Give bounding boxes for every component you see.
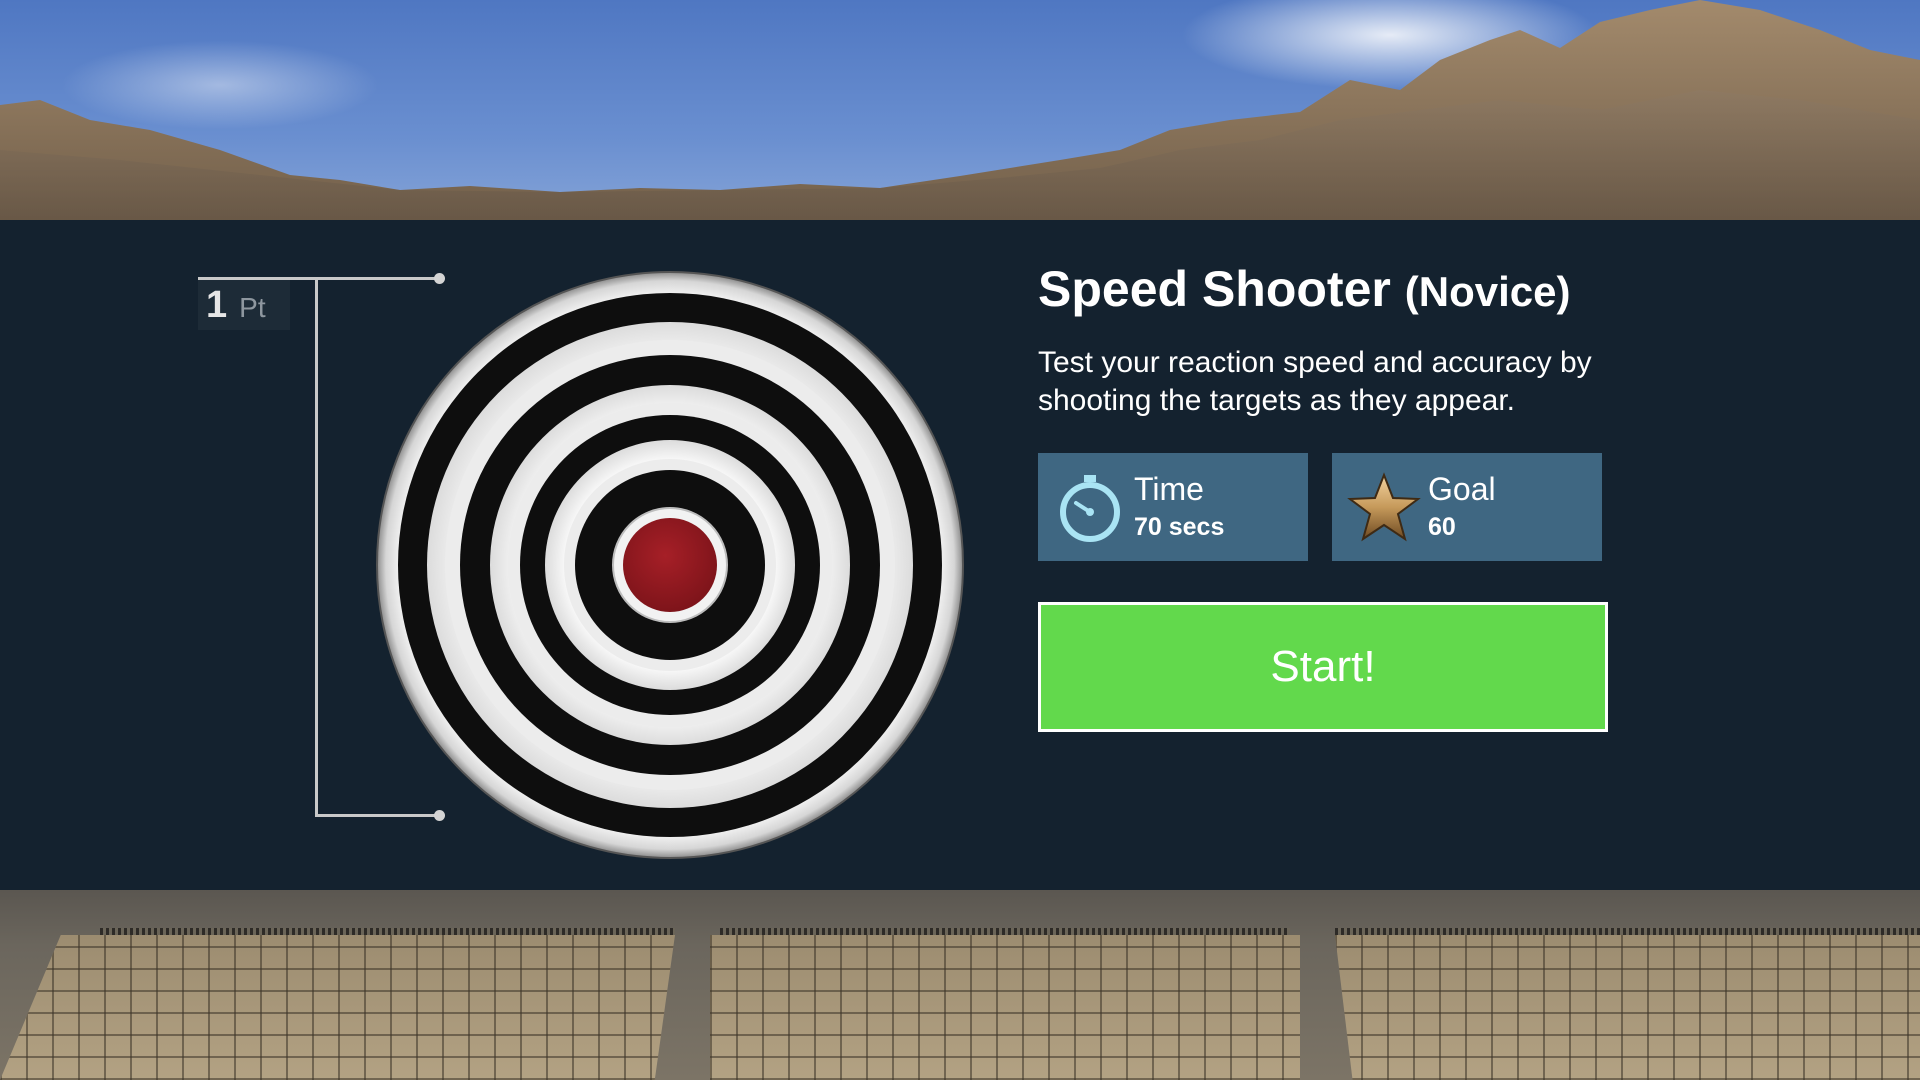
points-badge: 1 Pt xyxy=(198,280,290,330)
bullseye xyxy=(623,518,717,612)
shooting-lane xyxy=(710,935,1300,1080)
points-unit: Pt xyxy=(239,292,266,323)
goal-value: 60 xyxy=(1428,513,1456,541)
time-label: Time xyxy=(1134,471,1204,507)
mode-difficulty: (Novice) xyxy=(1404,268,1571,315)
target-icon xyxy=(376,271,964,859)
mode-panel: 1 Pt Speed Shooter (Novice) Test your re… xyxy=(0,220,1920,890)
lane-rail xyxy=(100,928,675,936)
time-stat-card: Time 70 secs xyxy=(1038,453,1308,561)
star-icon xyxy=(1347,472,1421,542)
lane-rail xyxy=(1335,928,1920,936)
goal-stat-card: Goal 60 xyxy=(1332,453,1602,561)
mode-description: Test your reaction speed and accuracy by… xyxy=(1038,346,1592,417)
points-value: 1 xyxy=(206,284,228,326)
shooting-lane xyxy=(0,935,675,1080)
mode-name: Speed Shooter xyxy=(1038,261,1391,317)
bracket-vertical-line xyxy=(315,277,318,817)
mountain-range xyxy=(0,0,1920,240)
mode-title: Speed Shooter (Novice) xyxy=(1038,260,1570,318)
time-value: 70 secs xyxy=(1134,513,1225,541)
start-button[interactable]: Start! xyxy=(1038,602,1608,732)
stopwatch-icon xyxy=(1060,475,1120,542)
goal-label: Goal xyxy=(1428,471,1496,507)
shooting-lane xyxy=(1335,935,1920,1080)
